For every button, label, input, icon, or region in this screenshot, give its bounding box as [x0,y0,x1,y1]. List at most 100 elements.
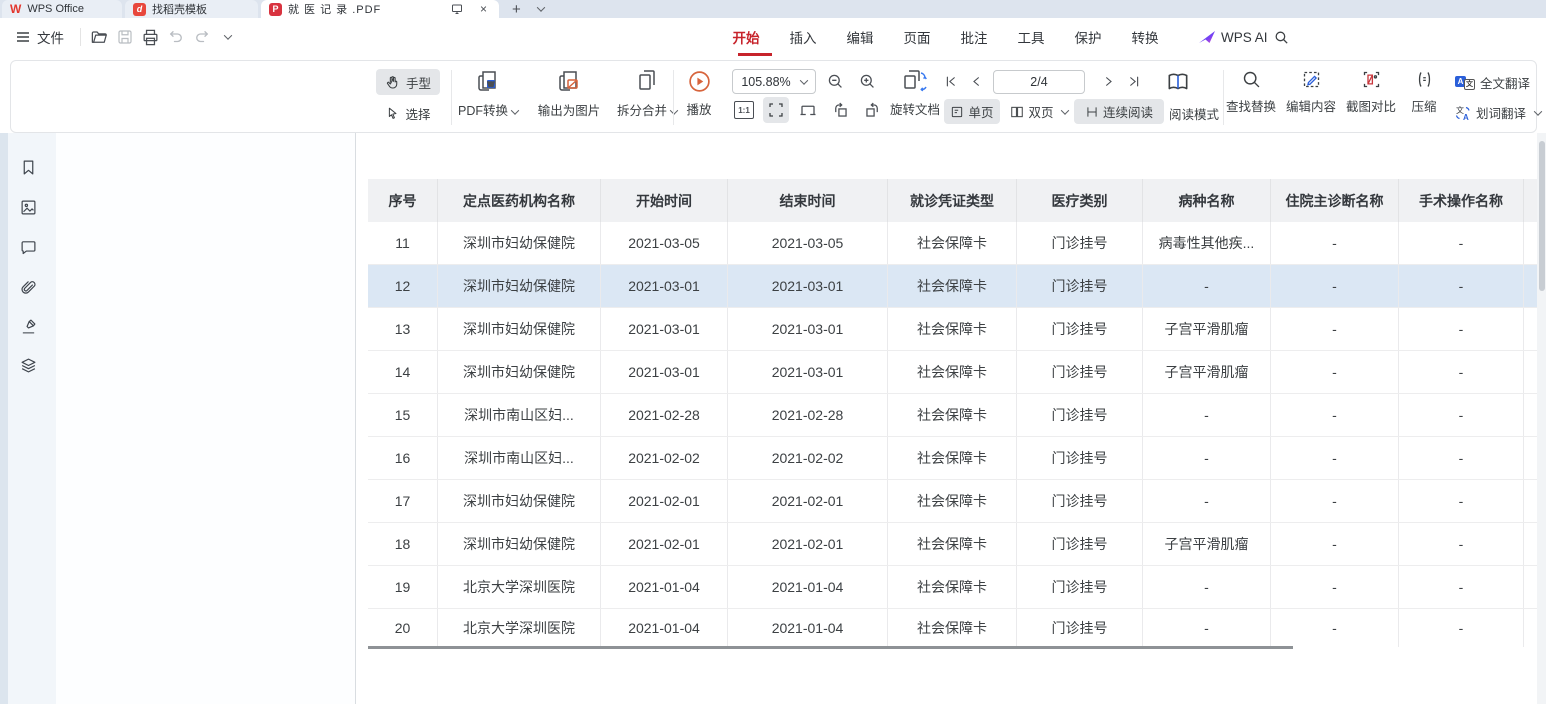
chevron-down-icon [1534,107,1542,115]
wps-ai-button[interactable]: WPS AI [1198,18,1268,56]
screenshot-compare-icon [1361,69,1382,90]
table-cell: 社会保障卡 [888,222,1017,264]
tab-docer[interactable]: d 找稻壳模板 [125,0,258,18]
last-page-button[interactable] [1123,70,1145,92]
attachment-icon [20,279,37,296]
monitor-icon[interactable] [451,3,463,15]
table-cell: 深圳市妇幼保健院 [438,480,601,522]
edit-content-icon [1301,69,1322,90]
single-page-button[interactable]: 单页 [944,99,1000,124]
zoom-level-select[interactable]: 105.88% [732,69,816,94]
table-cell [1524,523,1537,565]
double-page-button[interactable]: 双页 [1006,99,1072,124]
table-cell: 门诊挂号 [1017,394,1143,436]
compress-button[interactable]: 压缩 [1403,69,1445,115]
menu-search-button[interactable] [1270,26,1292,48]
layers-icon [20,357,37,374]
attachments-panel-button[interactable] [18,277,38,297]
table-cell: 2021-03-01 [601,265,728,307]
next-page-button[interactable] [1097,70,1119,92]
zoom-in-button[interactable] [856,70,878,92]
image-icon [20,199,37,216]
menu-item-insert[interactable]: 插入 [789,27,817,47]
fit-page-button[interactable] [797,99,819,121]
zoom-out-button[interactable] [824,70,846,92]
full-text-translate-button[interactable]: A 文 全文翻译 [1455,73,1530,92]
tab-list-chevron-icon[interactable] [534,0,544,18]
select-tool-button[interactable]: 选择 [376,101,440,125]
save-button[interactable] [114,26,136,48]
tab-wps-home[interactable]: W WPS Office [2,0,122,18]
table-cell: - [1271,351,1399,393]
previous-page-button[interactable] [965,70,987,92]
rotate-left-button[interactable] [829,99,851,121]
table-row: 16深圳市南山区妇...2021-02-022021-02-02社会保障卡门诊挂… [368,437,1537,480]
table-cell: - [1399,523,1524,565]
table-cell: - [1399,480,1524,522]
page-number-input[interactable]: 2/4 [993,70,1085,94]
table-cell: - [1143,480,1271,522]
menu-item-comment[interactable]: 批注 [960,27,988,47]
screenshot-compare-button[interactable]: 截图对比 [1339,69,1403,115]
column-header [1524,179,1537,222]
bookmarks-panel-button[interactable] [18,157,38,177]
hand-tool-button[interactable]: 手型 [376,69,440,95]
table-cell: - [1399,351,1524,393]
reading-mode-book-icon[interactable] [1163,67,1193,97]
table-cell: - [1271,609,1399,647]
menu-item-convert[interactable]: 转换 [1131,27,1159,47]
menu-item-tools[interactable]: 工具 [1017,27,1045,47]
table-cell: 深圳市妇幼保健院 [438,308,601,350]
play-button[interactable]: 播放 [675,69,723,118]
one-to-one-icon: 1:1 [734,101,754,119]
scrollbar-thumb[interactable] [1539,141,1545,291]
menu-item-edit[interactable]: 编辑 [846,27,874,47]
menu-item-protect[interactable]: 保护 [1074,27,1102,47]
column-header: 定点医药机构名称 [438,179,601,222]
comments-panel-button[interactable] [18,237,38,257]
word-translate-button[interactable]: 文 A 划词翻译 [1455,103,1541,122]
table-cell: - [1271,265,1399,307]
export-image-button[interactable]: 输出为图片 [525,68,613,119]
svg-text:W: W [488,81,495,88]
continuous-reading-button[interactable]: 连续阅读 [1074,99,1164,124]
table-cell: - [1399,566,1524,608]
edit-content-button[interactable]: 编辑内容 [1279,69,1343,115]
double-page-label: 双页 [1028,102,1053,121]
layers-panel-button[interactable] [18,355,38,375]
undo-button[interactable] [165,26,187,48]
menu-item-home[interactable]: 开始 [732,27,760,47]
table-body: 11深圳市妇幼保健院2021-03-052021-03-05社会保障卡门诊挂号病… [368,222,1537,647]
tab-wps-home-label: WPS Office [27,3,84,15]
first-page-button[interactable] [939,70,961,92]
table-cell: 深圳市妇幼保健院 [438,222,601,264]
new-tab-button[interactable]: + [512,0,521,18]
tab-document[interactable]: P 就 医 记 录 .PDF × [261,0,499,18]
fit-width-button[interactable] [763,97,789,123]
split-merge-icon [634,68,660,94]
pdf-convert-button[interactable]: W PDF转换 [447,68,529,119]
table-cell: 病毒性其他疾... [1143,222,1271,264]
redo-button[interactable] [191,26,213,48]
table-row: 20北京大学深圳医院2021-01-042021-01-04社会保障卡门诊挂号-… [368,609,1537,647]
table-cell: 2021-02-02 [601,437,728,479]
table-cell [1524,480,1537,522]
rotate-right-button[interactable] [861,99,883,121]
actual-size-button[interactable]: 1:1 [733,99,755,121]
print-button[interactable] [139,26,161,48]
table-row: 15深圳市南山区妇...2021-02-282021-02-28社会保障卡门诊挂… [368,394,1537,437]
table-cell: - [1143,566,1271,608]
find-replace-button[interactable]: 查找替换 [1219,69,1283,115]
close-tab-icon[interactable]: × [480,2,487,16]
quick-access-chevron-icon[interactable] [215,26,237,48]
table-cell: 2021-03-01 [601,308,728,350]
signature-panel-button[interactable] [18,316,38,336]
thumbnails-panel-button[interactable] [18,197,38,217]
open-file-button[interactable] [88,26,110,48]
file-menu-button[interactable]: 文件 [16,27,64,47]
column-header: 病种名称 [1143,179,1271,222]
vertical-scrollbar[interactable] [1537,133,1546,704]
menu-item-page[interactable]: 页面 [903,27,931,47]
reading-mode-button[interactable]: 阅读模式 [1169,104,1219,123]
rotate-left-icon [831,101,850,120]
